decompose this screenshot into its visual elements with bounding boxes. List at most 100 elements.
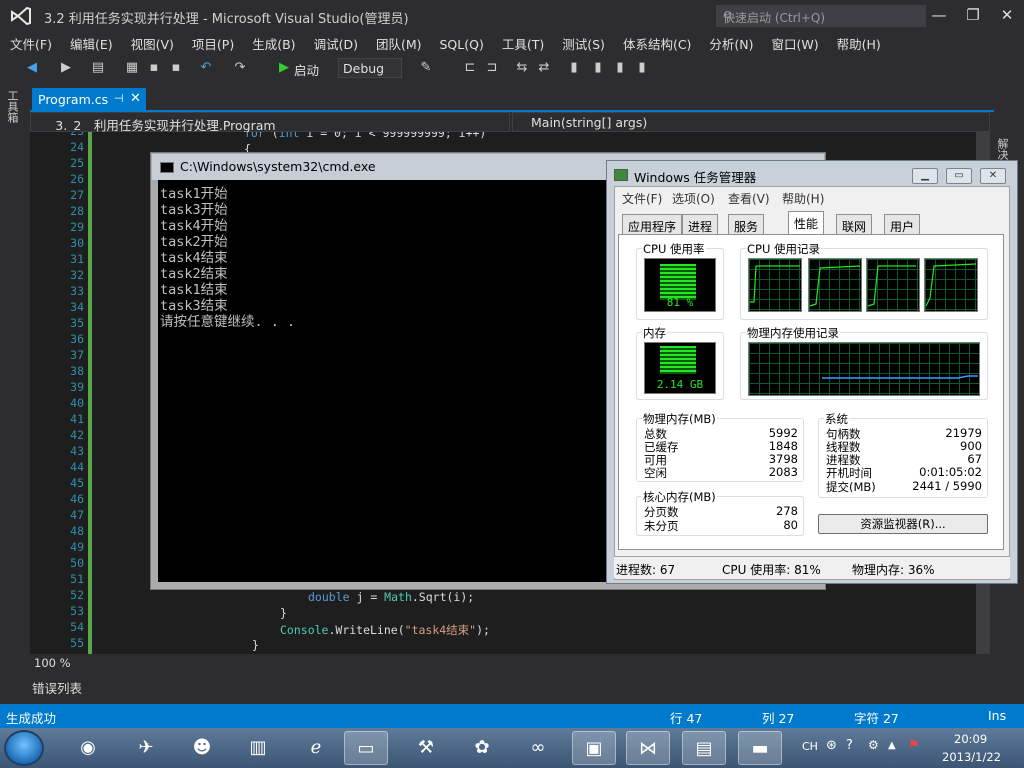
menu-file[interactable]: 文件(F) bbox=[10, 32, 52, 55]
taskbar-explorer-icon[interactable]: ▭ bbox=[344, 731, 388, 765]
taskbar-installer-icon[interactable]: ▥ bbox=[236, 731, 280, 765]
taskbar-bird-icon[interactable]: ✈ bbox=[124, 731, 168, 765]
bookmark-clear2-icon[interactable]: ▮ bbox=[634, 60, 650, 76]
taskbar-vs-infinity-icon[interactable]: ∞ bbox=[516, 731, 560, 765]
line-number: 44 bbox=[70, 460, 84, 474]
taskbar-tools-icon[interactable]: ⚒ bbox=[404, 731, 448, 765]
menu-view[interactable]: 视图(V) bbox=[131, 32, 174, 55]
bookmark-next2-icon[interactable]: ▮ bbox=[612, 60, 628, 76]
quick-launch-input[interactable]: 快速启动 (Ctrl+Q) ⚲ bbox=[716, 5, 926, 27]
bookmark-clear-icon[interactable]: ⇄ bbox=[536, 60, 552, 76]
error-list-tab[interactable]: 错误列表 bbox=[32, 678, 82, 697]
class-dropdown[interactable]: _3._2__利用任务实现并行处理.Program bbox=[30, 112, 510, 133]
input-language[interactable]: CH bbox=[802, 740, 818, 753]
bookmark-icon[interactable]: ▮ bbox=[566, 60, 582, 76]
taskbar-qq-icon[interactable]: ☻ bbox=[180, 731, 224, 765]
tab-services[interactable]: 服务 bbox=[728, 214, 765, 234]
search-icon[interactable]: ⚲ bbox=[723, 9, 921, 23]
zoom-level[interactable]: 100 % bbox=[34, 656, 71, 670]
bookmark-next-icon[interactable]: ⇆ bbox=[514, 60, 530, 76]
menu-analyze[interactable]: 分析(N) bbox=[709, 32, 753, 55]
menu-test[interactable]: 测试(S) bbox=[562, 32, 605, 55]
tab-networking[interactable]: 联网 bbox=[836, 214, 873, 234]
menu-help[interactable]: 帮助(H) bbox=[837, 32, 881, 55]
line-number: 55 bbox=[70, 636, 84, 650]
menu-architecture[interactable]: 体系结构(C) bbox=[623, 32, 691, 55]
help-icon[interactable]: ? bbox=[846, 738, 853, 753]
start-debug-button[interactable]: 启动 bbox=[294, 60, 319, 79]
status-ins: Ins bbox=[988, 708, 1007, 723]
memory-label: 内存 bbox=[642, 325, 667, 341]
menu-team[interactable]: 团队(M) bbox=[376, 32, 422, 55]
resource-monitor-button[interactable]: 资源监视器(R)... bbox=[818, 514, 988, 534]
line-number: 23 bbox=[40, 132, 84, 138]
tm-close-button[interactable]: ✕ bbox=[980, 168, 1006, 184]
tab-users[interactable]: 用户 bbox=[884, 214, 921, 234]
configuration-select[interactable]: Debug bbox=[338, 58, 402, 78]
tab-program-cs[interactable]: Program.cs bbox=[32, 88, 146, 110]
taskbar-media-icon[interactable]: ◉ bbox=[66, 731, 110, 765]
cpu-usage-label: CPU 使用率 bbox=[642, 241, 706, 257]
start-debug-icon[interactable]: ▶ bbox=[276, 60, 292, 76]
tm-menu-options[interactable]: 选项(O) bbox=[672, 190, 715, 207]
menu-project[interactable]: 项目(P) bbox=[192, 32, 234, 55]
line-number: 40 bbox=[70, 396, 84, 410]
horizontal-scrollbar[interactable] bbox=[30, 656, 990, 672]
tm-menu-help[interactable]: 帮助(H) bbox=[782, 190, 824, 207]
taskbar-ie-icon[interactable]: ℯ bbox=[294, 731, 338, 765]
menu-build[interactable]: 生成(B) bbox=[252, 32, 295, 55]
start-button[interactable] bbox=[4, 730, 44, 766]
taskbar-powerpoint-icon[interactable]: ▣ bbox=[572, 731, 616, 765]
tm-menu-file[interactable]: 文件(F) bbox=[622, 190, 662, 207]
align-icon[interactable]: ⊏ bbox=[462, 60, 478, 76]
menu-window[interactable]: 窗口(W) bbox=[772, 32, 819, 55]
tray-settings-icon[interactable]: ⚙ bbox=[868, 738, 879, 752]
pin-icon[interactable]: ⊣ bbox=[114, 92, 124, 105]
menu-tools[interactable]: 工具(T) bbox=[502, 32, 544, 55]
taskbar-task-manager-icon[interactable]: ▤ bbox=[682, 731, 726, 765]
menu-sql[interactable]: SQL(Q) bbox=[440, 35, 484, 54]
memory-history-line bbox=[822, 375, 978, 379]
open-file-icon[interactable]: ▦ bbox=[124, 60, 140, 76]
redo-icon[interactable]: ↷ bbox=[232, 60, 248, 76]
menu-edit[interactable]: 编辑(E) bbox=[70, 32, 113, 55]
back-icon[interactable]: ◀ bbox=[24, 60, 40, 76]
taskbar-visual-studio-icon[interactable]: ⋈ bbox=[626, 731, 670, 765]
taskbar-app-icon[interactable]: ✿ bbox=[460, 731, 504, 765]
menu-debug[interactable]: 调试(D) bbox=[314, 32, 358, 55]
find-in-files-icon[interactable]: ✎ bbox=[418, 60, 434, 76]
memory-history-label: 物理内存使用记录 bbox=[746, 325, 840, 341]
forward-icon[interactable]: ▶ bbox=[58, 60, 74, 76]
tm-maximize-button[interactable]: ▭ bbox=[946, 168, 972, 184]
clock-time[interactable]: 20:09 bbox=[954, 732, 987, 746]
toolbox-tab[interactable]: 工具箱 bbox=[6, 90, 20, 123]
tab-processes[interactable]: 进程 bbox=[682, 214, 719, 234]
tab-applications[interactable]: 应用程序 bbox=[622, 214, 683, 234]
cmd-title: C:\Windows\system32\cmd.exe bbox=[180, 159, 376, 174]
close-button[interactable]: ✕ bbox=[992, 4, 1022, 26]
tm-menu-view[interactable]: 查看(V) bbox=[728, 190, 770, 207]
ime-icon[interactable]: ⊛ bbox=[826, 738, 837, 753]
task-manager-title: Windows 任务管理器 bbox=[634, 170, 757, 185]
sys-commit-label: 提交(MB) bbox=[826, 480, 876, 494]
line-number: 39 bbox=[70, 380, 84, 394]
line-number: 36 bbox=[70, 332, 84, 346]
clock-date[interactable]: 2013/1/22 bbox=[942, 750, 1001, 764]
save-all-icon[interactable]: ▪ bbox=[168, 60, 184, 76]
tab-close-icon[interactable]: ✕ bbox=[130, 91, 141, 106]
cmd-output-line: 请按任意键继续. . . bbox=[160, 314, 296, 330]
undo-icon[interactable]: ↶ bbox=[198, 60, 214, 76]
bookmark-prev-icon[interactable]: ▮ bbox=[590, 60, 606, 76]
format-icon[interactable]: ⊐ bbox=[484, 60, 500, 76]
minimize-button[interactable]: — bbox=[924, 4, 954, 26]
taskbar-cmd-icon[interactable]: ▬ bbox=[738, 731, 782, 765]
line-number: 49 bbox=[70, 540, 84, 554]
member-dropdown[interactable]: Main(string[] args) bbox=[512, 112, 990, 132]
tray-expand-icon[interactable]: ▲ bbox=[888, 740, 896, 751]
save-icon[interactable]: ▪ bbox=[146, 60, 162, 76]
tray-flag-icon[interactable]: ⚑ bbox=[908, 738, 920, 753]
maximize-button[interactable]: ❐ bbox=[958, 4, 988, 26]
new-project-icon[interactable]: ▤ bbox=[90, 60, 106, 76]
tm-minimize-button[interactable]: ▁ bbox=[912, 168, 938, 184]
tab-performance[interactable]: 性能 bbox=[788, 211, 825, 234]
